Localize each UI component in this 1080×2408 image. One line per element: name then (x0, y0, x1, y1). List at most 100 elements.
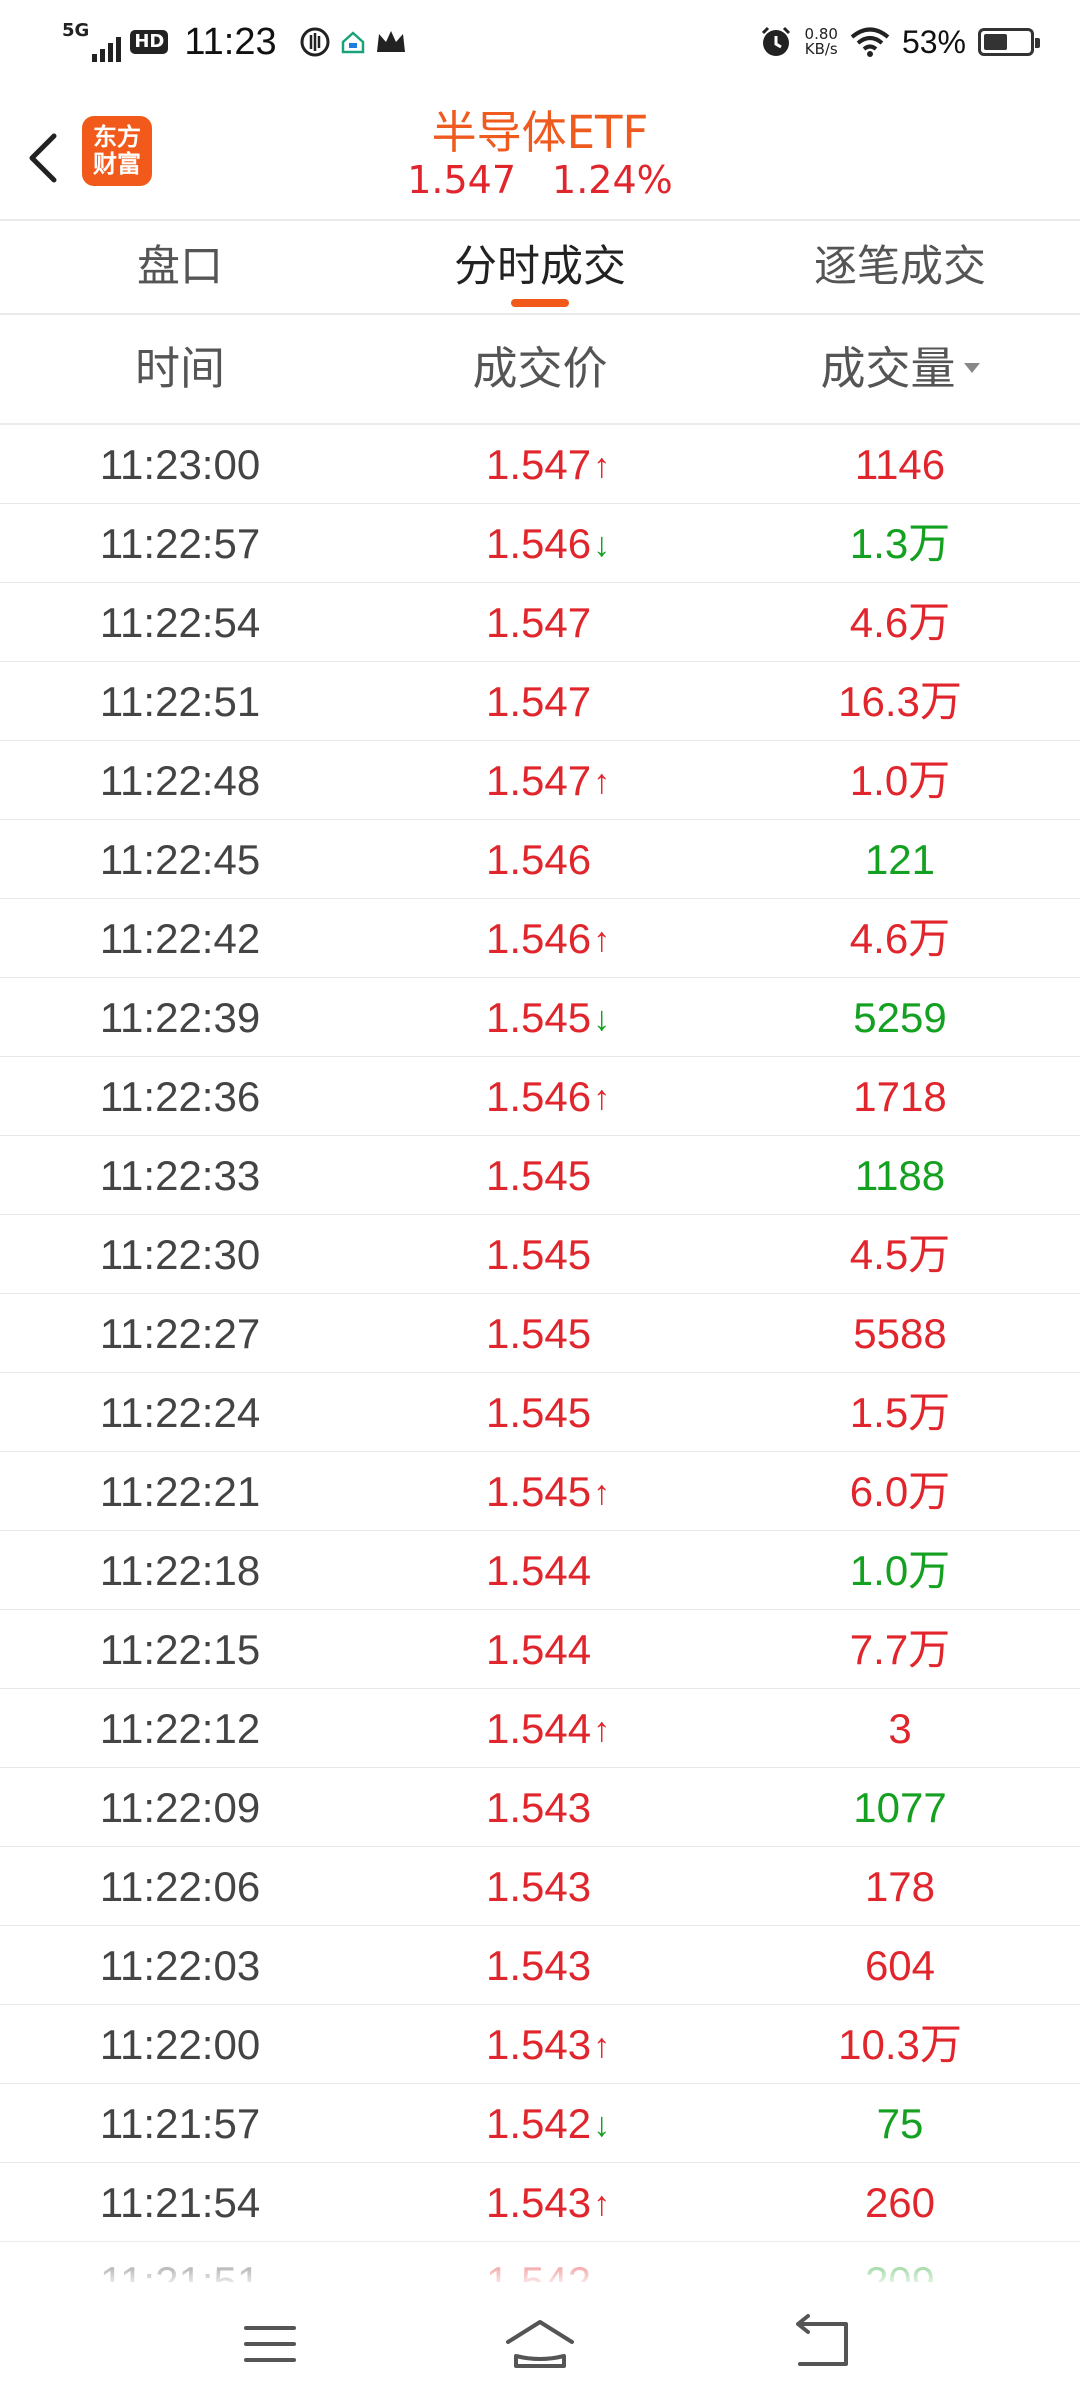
trade-time: 11:22:24 (99, 1389, 261, 1436)
trade-row: 11:22:36 1.546↑ 1718 (0, 1057, 1080, 1136)
trade-price: 1.546 (486, 915, 592, 962)
trade-time: 11:22:09 (99, 1784, 261, 1831)
trade-row: 11:22:03 1.543 604 (0, 1926, 1080, 2005)
trade-price: 1.547 (486, 678, 592, 725)
trade-price: 1.543 (486, 1942, 592, 1989)
back-nav-button[interactable] (780, 2312, 860, 2376)
trade-time: 11:22:15 (99, 1626, 261, 1673)
trade-price: 1.544 (486, 1547, 592, 1594)
battery-fill (984, 34, 1007, 50)
arrow-up-icon: ↑ (593, 1711, 611, 1749)
trade-price-cell: 1.547↑ (430, 425, 670, 504)
trade-price: 1.547 (486, 441, 592, 488)
wifi-icon (850, 27, 890, 57)
trade-volume: 1.0万 (849, 757, 951, 804)
arrow-up-icon: ↑ (593, 763, 611, 801)
trade-price: 1.542 (486, 2100, 592, 2147)
active-tab-indicator (511, 299, 569, 307)
arrow-down-icon: ↓ (593, 1000, 611, 1038)
trade-time: 11:23:00 (99, 441, 261, 488)
trade-volume: 10.3万 (838, 2021, 962, 2068)
home-app-icon (341, 31, 364, 54)
list-fade (0, 2230, 1080, 2290)
trade-price: 1.543 (486, 2179, 592, 2226)
trade-row: 11:22:24 1.545 1.5万 (0, 1373, 1080, 1452)
trade-row: 11:22:09 1.543 1077 (0, 1768, 1080, 1847)
arrow-up-icon: ↑ (593, 1474, 611, 1512)
trade-row: 11:22:00 1.543↑ 10.3万 (0, 2005, 1080, 2084)
trade-volume: 4.6万 (849, 915, 951, 962)
tab-bar: 盘口 分时成交 逐笔成交 (0, 221, 1080, 313)
trade-row: 11:22:45 1.546 121 (0, 820, 1080, 899)
trade-time: 11:22:48 (99, 757, 261, 804)
network-type: 5G (62, 20, 90, 41)
tab-order-book[interactable]: 盘口 (0, 221, 360, 313)
signal-bars-icon (92, 37, 122, 62)
trade-price: 1.547 (486, 599, 592, 646)
trade-price: 1.543 (486, 1863, 592, 1910)
trade-volume: 3 (888, 1705, 912, 1752)
trade-row: 11:22:06 1.543 178 (0, 1847, 1080, 1926)
trade-row: 11:23:00 1.547↑ 1146 (0, 425, 1080, 504)
trade-price: 1.546 (486, 520, 592, 567)
trade-row: 11:22:30 1.545 4.5万 (0, 1215, 1080, 1294)
column-header-volume[interactable]: 成交量 (780, 315, 1020, 423)
trade-price-cell: 1.543 (430, 1926, 670, 2005)
trade-row: 11:22:51 1.547 16.3万 (0, 662, 1080, 741)
trade-price: 1.546 (486, 1073, 592, 1120)
trade-time: 11:22:54 (99, 599, 261, 646)
trade-price-cell: 1.546↑ (430, 899, 670, 978)
home-icon (506, 2320, 574, 2368)
sort-desc-icon (963, 363, 980, 373)
trade-price-cell: 1.545↓ (430, 978, 670, 1057)
back-nav-icon (796, 2314, 848, 2366)
trade-volume: 4.6万 (849, 599, 951, 646)
trade-row: 11:21:57 1.542↓ 75 (0, 2084, 1080, 2163)
arrow-up-icon: ↑ (593, 2027, 611, 2065)
trade-row: 11:22:12 1.544↑ 3 (0, 1689, 1080, 1768)
trade-price: 1.543 (486, 1784, 592, 1831)
trade-volume: 5259 (853, 994, 947, 1041)
trade-price: 1.546 (486, 836, 592, 883)
trade-time: 11:22:33 (99, 1152, 261, 1199)
trade-time: 11:22:12 (99, 1705, 261, 1752)
column-headers: 时间 成交价 成交量 (0, 315, 1080, 423)
trade-row: 11:22:21 1.545↑ 6.0万 (0, 1452, 1080, 1531)
trade-price-cell: 1.545 (430, 1373, 670, 1452)
trade-price-cell: 1.542↓ (430, 2084, 670, 2163)
trade-volume: 178 (864, 1863, 936, 1910)
trade-price: 1.544 (486, 1705, 592, 1752)
trade-price-cell: 1.546↑ (430, 1057, 670, 1136)
tab-tick-trades[interactable]: 逐笔成交 (720, 221, 1080, 313)
speed-unit: KB/s (804, 40, 838, 58)
arrow-down-icon: ↓ (593, 2106, 611, 2144)
arrow-up-icon: ↑ (593, 447, 611, 485)
trade-price: 1.545 (486, 1389, 592, 1436)
trade-time: 11:21:57 (99, 2100, 261, 2147)
stock-quote: 1.547 1.24% (0, 158, 1080, 202)
home-button[interactable] (500, 2312, 580, 2376)
trade-volume: 604 (864, 1942, 936, 1989)
trade-time: 11:22:57 (99, 520, 261, 567)
status-bar-right: 0.80 KB/s 53% (759, 16, 1040, 68)
trade-row: 11:22:39 1.545↓ 5259 (0, 978, 1080, 1057)
trade-volume: 1718 (853, 1073, 947, 1120)
trade-volume: 5588 (853, 1310, 947, 1357)
trade-price-cell: 1.547 (430, 583, 670, 662)
trade-row: 11:22:42 1.546↑ 4.6万 (0, 899, 1080, 978)
trade-price-cell: 1.547 (430, 662, 670, 741)
trade-volume: 1.0万 (849, 1547, 951, 1594)
hd-badge: HD (130, 30, 169, 54)
trade-list[interactable]: 11:23:00 1.547↑ 1146 11:22:57 1.546↓ 1.3万 11:2… (0, 425, 1080, 2282)
trade-price-cell: 1.543 (430, 1768, 670, 1847)
column-header-price[interactable]: 成交价 (360, 315, 720, 423)
trade-price-cell: 1.545↑ (430, 1452, 670, 1531)
menu-icon (244, 2326, 296, 2362)
column-header-time[interactable]: 时间 (0, 315, 360, 423)
trade-time: 11:22:06 (99, 1863, 261, 1910)
menu-button[interactable] (230, 2312, 310, 2376)
trade-time: 11:22:00 (99, 2021, 261, 2068)
alarm-icon (761, 26, 790, 56)
trade-price: 1.545 (486, 1468, 592, 1515)
stock-change-pct: 1.24% (552, 158, 673, 202)
